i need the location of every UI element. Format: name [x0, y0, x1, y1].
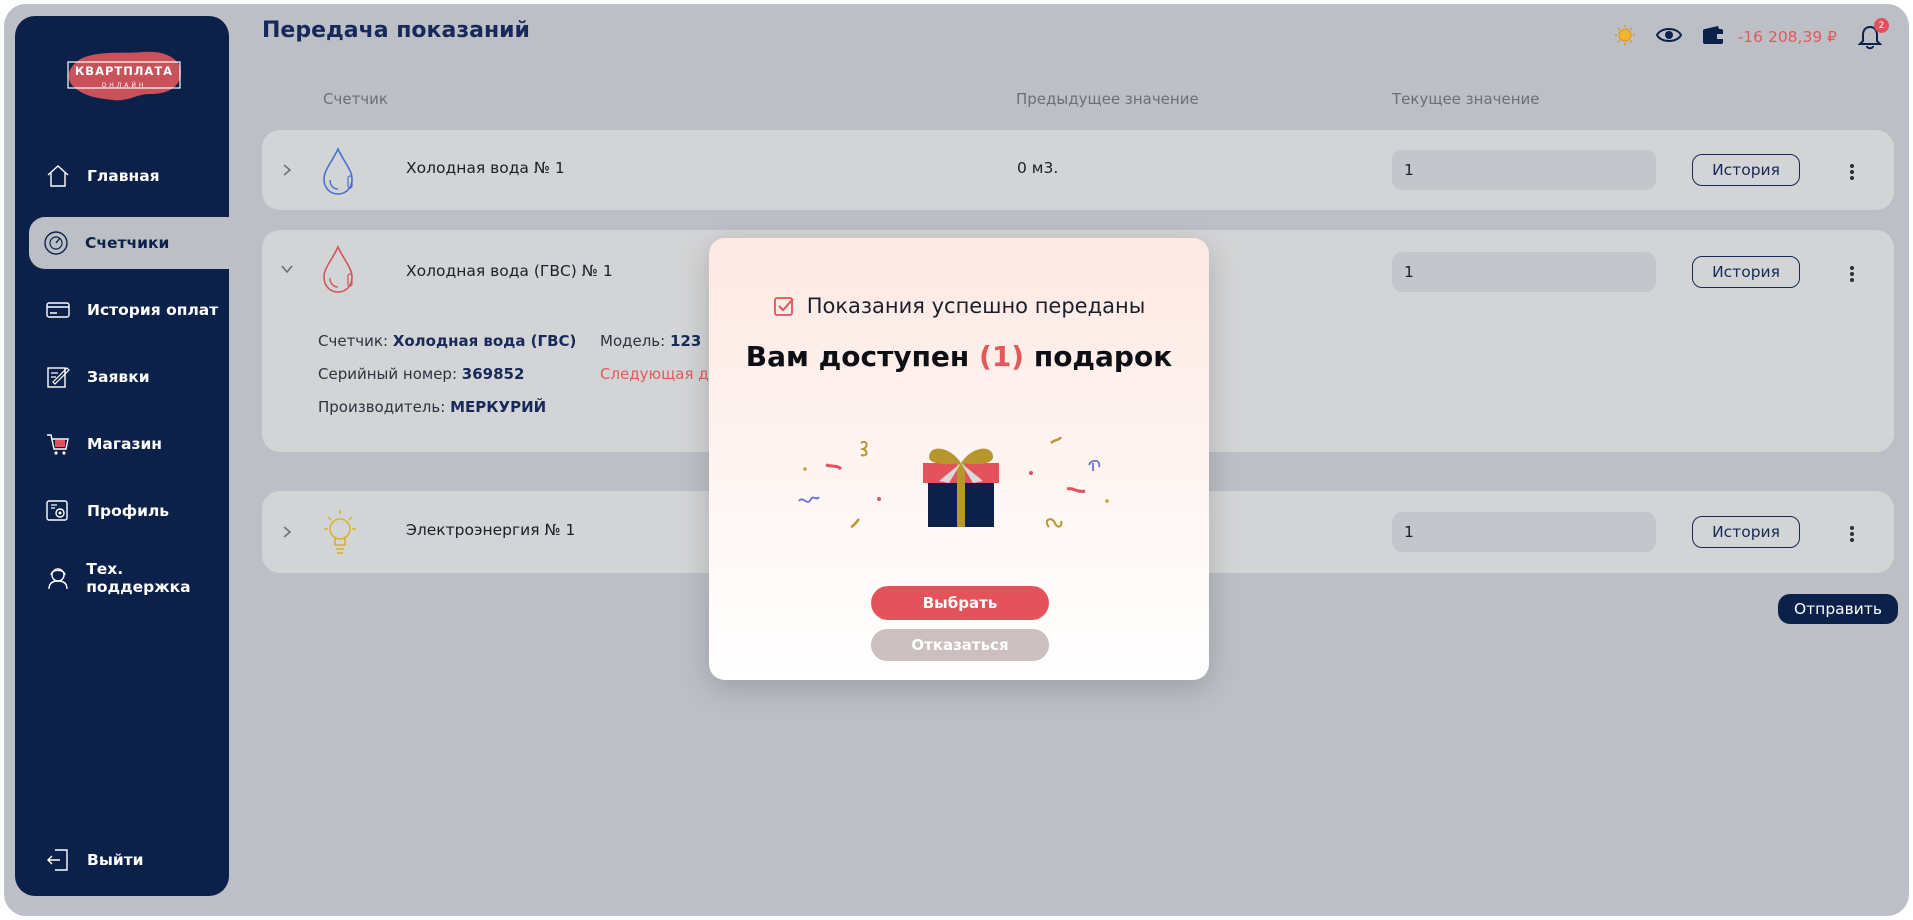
sidebar-item-shop[interactable]: Магазин [31, 418, 229, 470]
current-value-input[interactable]: 1 [1392, 512, 1656, 552]
sidebar-item-label: Магазин [87, 435, 163, 453]
detail-label: Счетчик: [318, 332, 389, 350]
logo-text: КВАРТПЛАТА [74, 64, 174, 78]
logout-label: Выйти [87, 851, 144, 869]
detail-label: Серийный номер: [318, 365, 457, 383]
cart-icon [43, 429, 73, 459]
sidebar-item-label: История оплат [87, 301, 219, 319]
detail-value: Холодная вода (ГВС) [392, 332, 577, 350]
app-window: КВАРТПЛАТА ОНЛАЙН Главная Счетчики Истор… [4, 4, 1909, 916]
sidebar-item-support[interactable]: Тех. поддержка [31, 552, 229, 604]
sidebar-item-label: Профиль [87, 502, 170, 520]
notifications-button[interactable]: 2 [1857, 18, 1889, 50]
home-icon [43, 161, 73, 191]
modal-title-before: Вам доступен [745, 340, 980, 373]
choose-gift-button[interactable]: Выбрать [871, 586, 1049, 620]
sidebar-item-payment-history[interactable]: История оплат [31, 284, 229, 336]
column-header-previous: Предыдущее значение [1016, 90, 1199, 108]
support-icon [43, 563, 72, 593]
detail-label: Модель: [600, 332, 666, 350]
current-value-input[interactable]: 1 [1392, 252, 1656, 292]
sidebar-item-label: Заявки [87, 368, 150, 386]
detail-serial: Серийный номер: 369852 [318, 365, 524, 383]
card-icon [43, 295, 73, 325]
sidebar: КВАРТПЛАТА ОНЛАЙН Главная Счетчики Истор… [15, 16, 229, 896]
logout-icon [43, 845, 73, 875]
page-title: Передача показаний [262, 18, 530, 43]
more-options-icon[interactable] [1850, 162, 1856, 182]
sidebar-item-home[interactable]: Главная [31, 150, 229, 202]
chevron-right-icon[interactable] [280, 163, 294, 177]
send-button[interactable]: Отправить [1778, 594, 1898, 624]
visibility-eye-icon[interactable] [1655, 24, 1682, 50]
more-options-icon[interactable] [1850, 524, 1856, 544]
column-header-current: Текущее значение [1392, 90, 1540, 108]
logo-subtext: ОНЛАЙН [101, 82, 147, 89]
chevron-down-icon[interactable] [280, 262, 294, 276]
sidebar-item-meters[interactable]: Счетчики [29, 217, 229, 269]
detail-label: Производитель: [318, 398, 446, 416]
sidebar-item-label: Счетчики [85, 234, 170, 252]
lightbulb-icon [324, 510, 356, 554]
water-drop-blue-icon [323, 147, 353, 195]
detail-value: 369852 [461, 365, 525, 383]
detail-value: 123 [669, 332, 702, 350]
sidebar-item-requests[interactable]: Заявки [31, 351, 229, 403]
checkbox-checked-icon [773, 297, 794, 316]
topbar-actions: -16 208,39 ₽ 2 [1594, 18, 1889, 52]
logout-button[interactable]: Выйти [31, 834, 229, 886]
sidebar-item-label: Главная [87, 167, 160, 185]
logo[interactable]: КВАРТПЛАТА ОНЛАЙН [65, 50, 183, 102]
detail-model: Модель: 123 [600, 332, 701, 350]
modal-subtitle-text: Показания успешно переданы [806, 294, 1146, 318]
edit-icon [43, 362, 73, 392]
sidebar-item-profile[interactable]: Профиль [31, 485, 229, 537]
gift-count: (1) [979, 340, 1025, 373]
detail-manufacturer: Производитель: МЕРКУРИЙ [318, 398, 546, 416]
notification-badge: 2 [1874, 18, 1889, 33]
decline-gift-button[interactable]: Отказаться [871, 629, 1049, 661]
current-value-input[interactable]: 1 [1392, 150, 1656, 190]
detail-meter: Счетчик: Холодная вода (ГВС) [318, 332, 576, 350]
gauge-icon [41, 228, 71, 258]
meter-name: Холодная вода № 1 [406, 159, 565, 177]
modal-title: Вам доступен (1) подарок [709, 340, 1209, 373]
weather-sun-icon[interactable] [1614, 24, 1636, 50]
detail-value: МЕРКУРИЙ [450, 398, 547, 416]
previous-value: 0 м3. [1017, 159, 1059, 177]
column-header-meter: Счетчик [323, 90, 388, 108]
water-drop-red-icon [323, 245, 353, 293]
wallet-icon[interactable] [1702, 25, 1724, 49]
history-button[interactable]: История [1692, 516, 1800, 548]
more-options-icon[interactable] [1850, 264, 1856, 284]
balance-amount[interactable]: -16 208,39 ₽ [1738, 28, 1837, 46]
profile-gear-icon [43, 496, 73, 526]
sidebar-item-label: Тех. поддержка [86, 560, 191, 596]
meter-name: Холодная вода (ГВС) № 1 [406, 262, 613, 280]
meter-name: Электроэнергия № 1 [406, 521, 576, 539]
gift-box-icon [798, 436, 1109, 529]
modal-title-after: подарок [1024, 340, 1173, 373]
gift-modal: Показания успешно переданы Вам доступен … [709, 238, 1209, 680]
chevron-right-icon[interactable] [280, 525, 294, 539]
modal-subtitle: Показания успешно переданы [709, 294, 1209, 318]
detail-next-date: Следующая да [600, 365, 718, 383]
meter-row: Холодная вода № 1 0 м3. 1 История [262, 130, 1894, 210]
history-button[interactable]: История [1692, 256, 1800, 288]
history-button[interactable]: История [1692, 154, 1800, 186]
